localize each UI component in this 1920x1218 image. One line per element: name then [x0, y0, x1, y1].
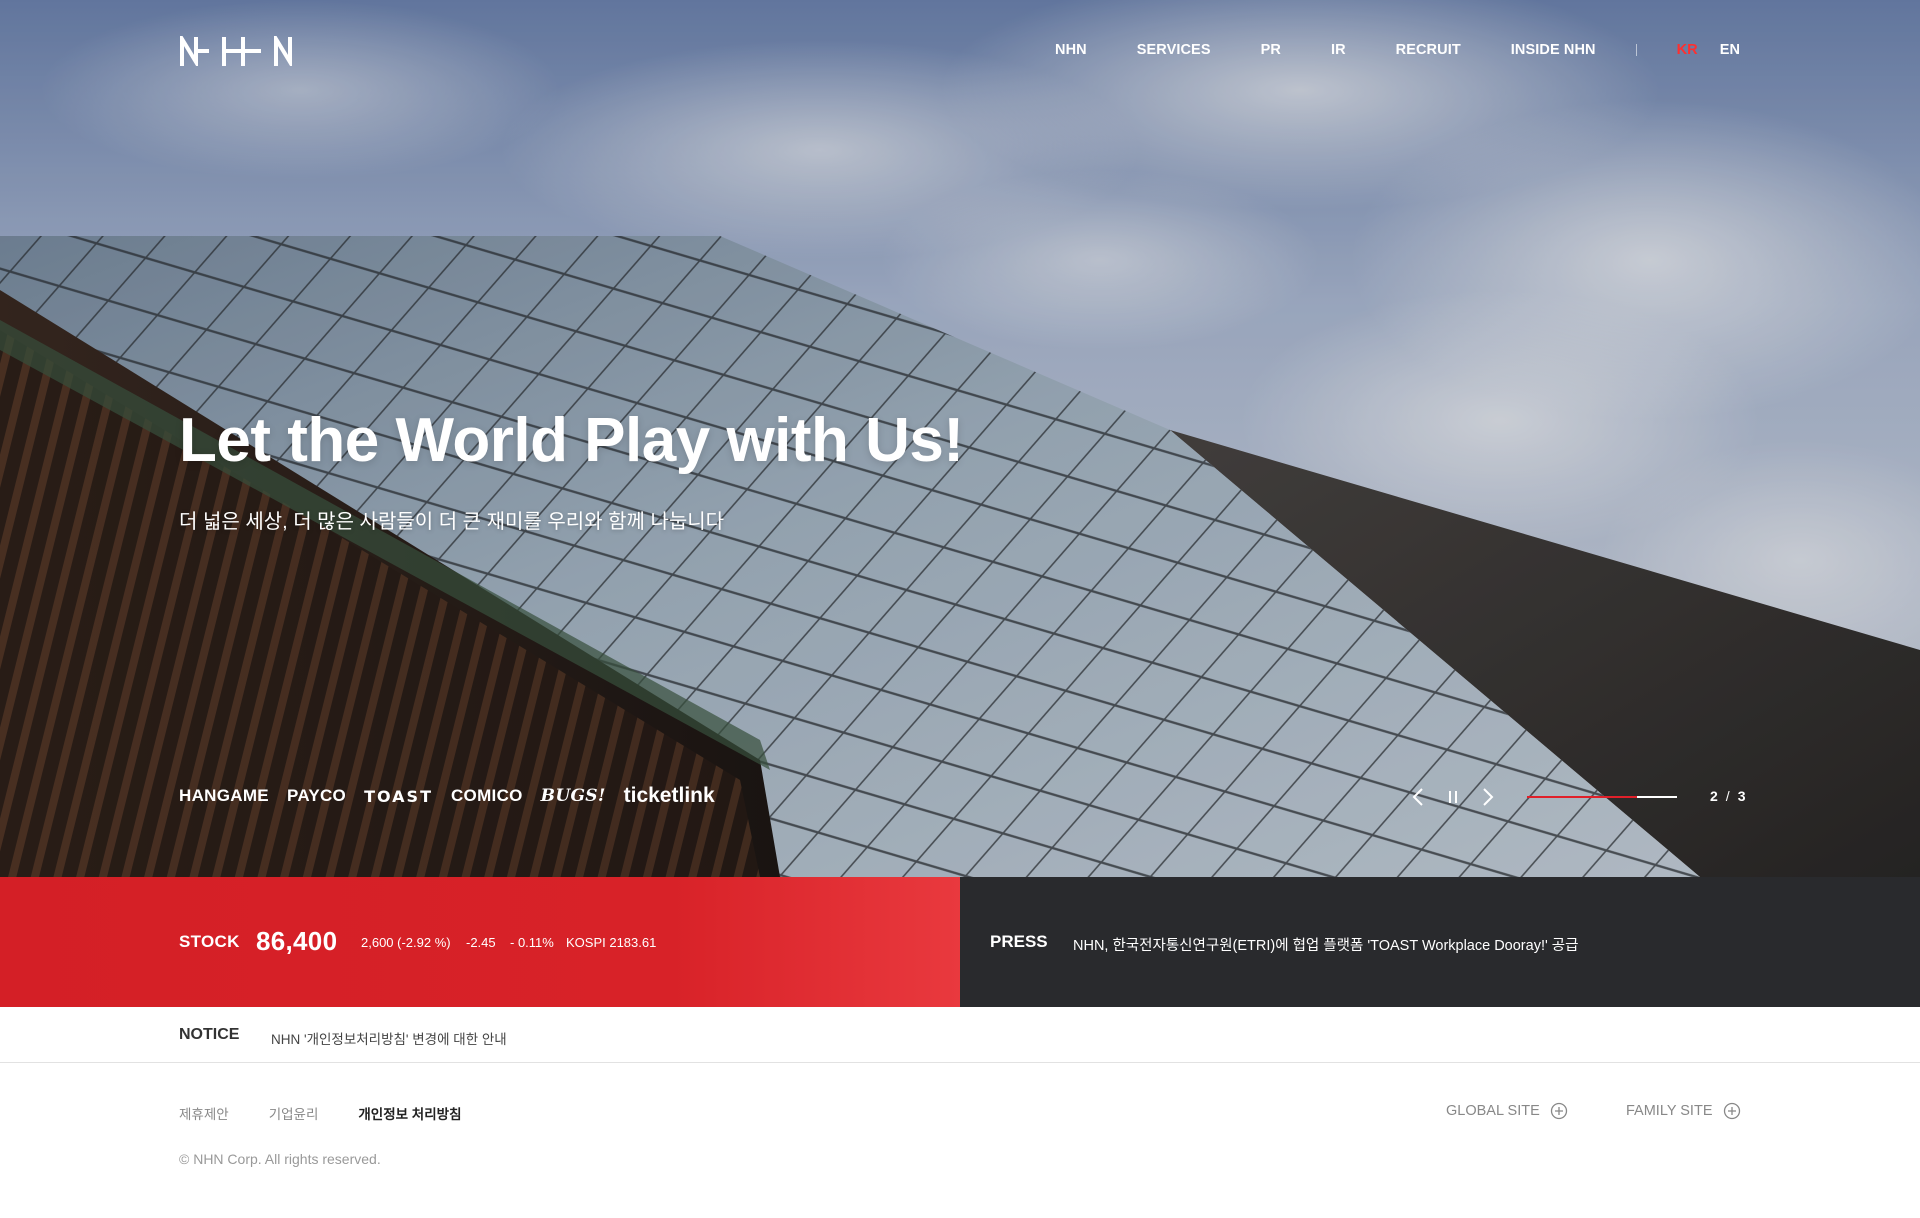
nav-nhn[interactable]: NHN — [1055, 42, 1087, 58]
stock-label: STOCK — [179, 932, 240, 951]
nav-divider — [1635, 44, 1637, 56]
slide-progress-fill — [1527, 796, 1637, 798]
nav-ir[interactable]: IR — [1331, 42, 1346, 58]
press-headline-link[interactable]: NHN, 한국전자통신연구원(ETRI)에 협업 플랫폼 'TOAST Work… — [1073, 934, 1578, 955]
stock-change: 2,600 (-2.92 %) — [361, 935, 451, 950]
slider-controls — [1405, 786, 1510, 808]
notice-link[interactable]: NHN '개인정보처리방침' 변경에 대한 안내 — [271, 1028, 507, 1048]
slide-total: 3 — [1737, 788, 1746, 804]
site-header: NHN SERVICES PR IR RECRUIT INSIDE NHN KR… — [0, 0, 1920, 100]
plus-circle-icon — [1550, 1102, 1567, 1120]
footer-link-partnership[interactable]: 제휴제안 — [179, 1103, 229, 1123]
nav-recruit[interactable]: RECRUIT — [1396, 42, 1461, 58]
stock-panel: STOCK 86,400 2,600 (-2.92 %) -2.45 - 0.1… — [0, 877, 960, 1007]
global-site-label: GLOBAL SITE — [1446, 1103, 1540, 1119]
main-nav: NHN SERVICES PR IR RECRUIT INSIDE NHN KR… — [1055, 42, 1762, 58]
kospi-value: KOSPI 2183.61 — [566, 935, 657, 950]
service-bugs[interactable]: BUGS! — [541, 786, 606, 806]
service-toast[interactable]: TOAST — [364, 787, 433, 806]
pause-icon — [1449, 791, 1457, 803]
next-slide-button[interactable] — [1475, 786, 1501, 808]
slide-current: 2 — [1710, 788, 1718, 804]
footer-link-privacy[interactable]: 개인정보 처리방침 — [358, 1103, 461, 1123]
notice-bar: NOTICE NHN '개인정보처리방침' 변경에 대한 안내 — [0, 1007, 1920, 1063]
notice-label: NOTICE — [179, 1026, 240, 1043]
nhn-logo[interactable] — [179, 36, 301, 66]
global-site-button[interactable]: GLOBAL SITE — [1446, 1102, 1568, 1120]
family-site-button[interactable]: FAMILY SITE — [1626, 1102, 1741, 1120]
press-panel: PRESS NHN, 한국전자통신연구원(ETRI)에 협업 플랫폼 'TOAS… — [960, 877, 1920, 1007]
footer-links: 제휴제안 기업윤리 개인정보 처리방침 — [179, 1103, 502, 1123]
service-payco[interactable]: PAYCO — [287, 786, 346, 806]
prev-slide-button[interactable] — [1405, 786, 1431, 808]
service-ticketlink[interactable]: ticketlink — [624, 784, 715, 808]
nav-services[interactable]: SERVICES — [1137, 42, 1211, 58]
copyright-text: © NHN Corp. All rights reserved. — [179, 1151, 381, 1167]
slide-counter: 2 / 3 — [1710, 788, 1745, 804]
index-change: -2.45 — [466, 935, 496, 950]
hero-subline: 더 넓은 세상, 더 많은 사람들이 더 큰 재미를 우리와 함께 나눕니다 — [179, 511, 725, 533]
plus-circle-icon — [1723, 1102, 1740, 1120]
press-label: PRESS — [990, 932, 1048, 951]
index-rate: - 0.11% — [510, 935, 554, 950]
service-comico[interactable]: COMICO — [451, 786, 523, 806]
nav-pr[interactable]: PR — [1261, 42, 1281, 58]
hero-banner: NHN SERVICES PR IR RECRUIT INSIDE NHN KR… — [0, 0, 1920, 877]
family-site-label: FAMILY SITE — [1626, 1103, 1713, 1119]
chevron-left-icon — [1412, 788, 1423, 806]
slide-counter-separator: / — [1725, 788, 1730, 804]
lang-en[interactable]: EN — [1720, 42, 1740, 58]
service-hangame[interactable]: HANGAME — [179, 786, 269, 806]
nav-inside-nhn[interactable]: INSIDE NHN — [1511, 42, 1596, 58]
lang-kr[interactable]: KR — [1677, 42, 1698, 58]
footer-link-ethics[interactable]: 기업윤리 — [269, 1103, 319, 1123]
service-logos: HANGAME PAYCO TOAST COMICO BUGS! ticketl… — [179, 784, 733, 808]
hero-headline: Let the World Play with Us! — [179, 406, 964, 475]
pause-slide-button[interactable] — [1440, 786, 1466, 808]
chevron-right-icon — [1483, 788, 1494, 806]
slide-progress-bar — [1527, 796, 1677, 798]
stock-price: 86,400 — [256, 926, 338, 956]
